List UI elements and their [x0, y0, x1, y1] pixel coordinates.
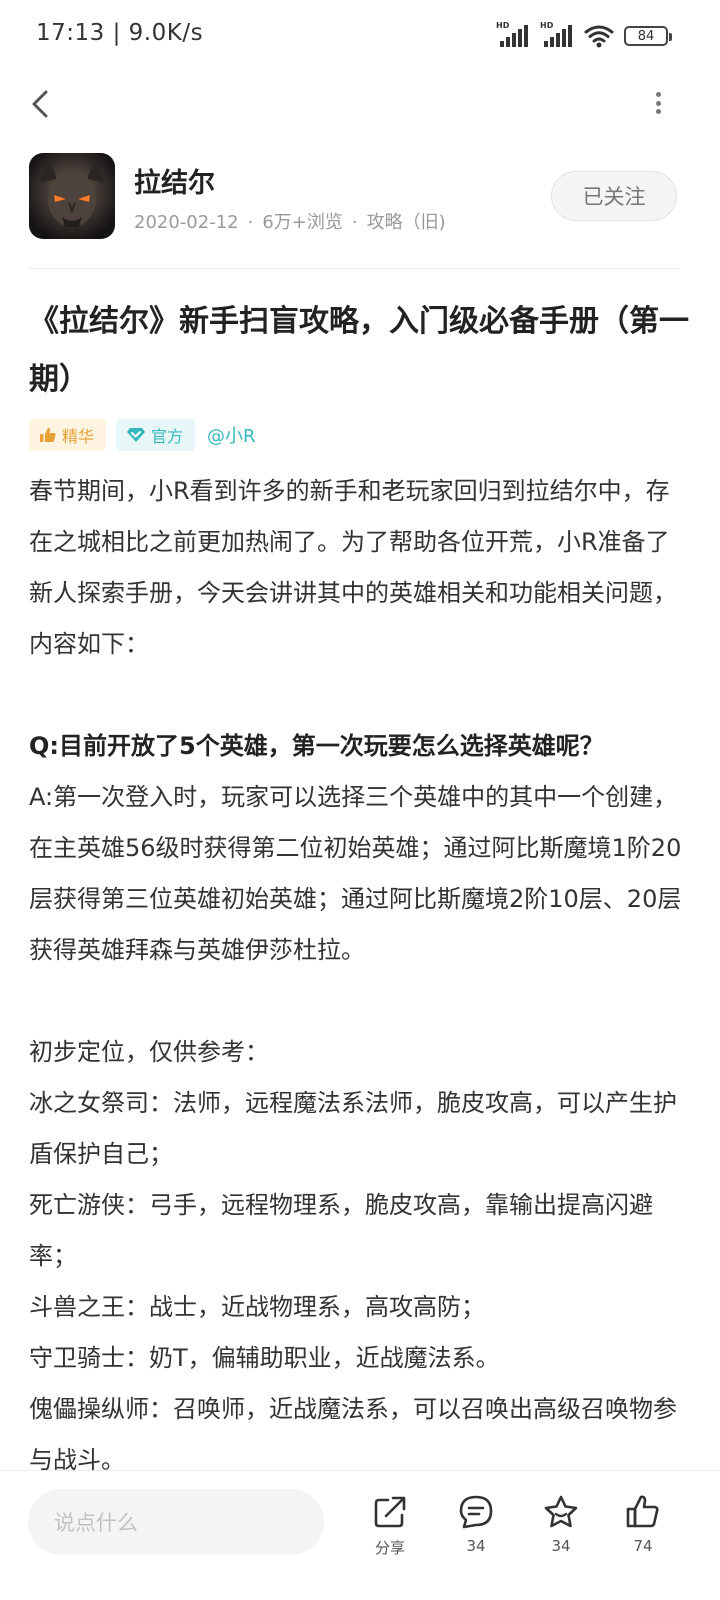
share-button[interactable]: 分享: [358, 1493, 422, 1573]
share-label: 分享: [374, 1539, 405, 1557]
star-icon: [544, 1495, 578, 1528]
article-paragraph: 守卫骑士：奶T，偏辅助职业，近战魔法系。: [29, 1344, 500, 1372]
diamond-check-icon: [127, 428, 146, 442]
status-bar: 17:13 | 9.0K/s HD HD 84: [0, 0, 720, 70]
article-paragraph: 春节期间，小R看到许多的新手和老玩家回归到拉结尔中，存在之城相比之前更加热闹了。…: [29, 477, 677, 658]
article-paragraph: 斗兽之王：战士，近战物理系，高攻高防；: [29, 1293, 485, 1321]
author-meta: 2020-02-12 · 6万+浏览 · 攻略（旧): [134, 212, 446, 233]
post-date: 2020-02-12: [134, 212, 239, 233]
article-paragraph: A:第一次登入时，玩家可以选择三个英雄中的其中一个创建，在主英雄56级时获得第二…: [29, 783, 682, 964]
question-paragraph: Q:目前开放了5个英雄，第一次玩要怎么选择英雄呢？: [29, 732, 604, 760]
article-paragraph: 死亡游侠：弓手，远程物理系，脆皮攻高，靠输出提高闪避率；: [29, 1191, 653, 1270]
battery-level: 84: [637, 28, 655, 44]
cellular-signal-icon: HD: [496, 21, 530, 49]
network-speed: 9.0K/s: [128, 20, 204, 46]
tag-featured: 精华: [29, 419, 107, 451]
article-paragraph: [29, 670, 689, 721]
game-avatar[interactable]: [29, 153, 115, 239]
wifi-icon: [584, 25, 614, 48]
tag-official: 官方: [116, 419, 196, 451]
author-header: 拉结尔 2020-02-12 · 6万+浏览 · 攻略（旧) 已关注: [29, 153, 691, 241]
demon-avatar-icon: [39, 159, 105, 227]
comment-button[interactable]: 34: [444, 1493, 508, 1573]
post-category: 攻略（旧): [366, 212, 446, 233]
tag-featured-label: 精华: [62, 427, 95, 446]
like-count: 74: [633, 1537, 653, 1555]
status-time: 17:13 | 9.0K/s: [36, 20, 203, 46]
tag-official-label: 官方: [151, 427, 184, 446]
thumbs-up-icon: [40, 427, 56, 442]
article-tags: 精华 官方 @小R: [29, 418, 256, 452]
follow-button[interactable]: 已关注: [551, 171, 677, 221]
thumbs-up-icon: [626, 1495, 659, 1528]
mention-user[interactable]: @小R: [205, 422, 256, 448]
clock: 17:13: [36, 20, 105, 46]
cellular-signal-icon-2: HD: [540, 21, 574, 49]
article-paragraph: 初步定位，仅供参考：: [29, 1038, 269, 1066]
top-nav: [0, 78, 720, 128]
back-arrow-icon[interactable]: [26, 84, 56, 124]
status-icons: HD HD 84: [496, 21, 672, 50]
article-body: 春节期间，小R看到许多的新手和老玩家回归到拉结尔中，存在之城相比之前更加热闹了。…: [29, 466, 689, 1486]
favorite-button[interactable]: 34: [529, 1493, 593, 1573]
more-options-icon[interactable]: [646, 88, 670, 118]
article-title: 《拉结尔》新手扫盲攻略，入门级必备手册（第一期）: [29, 304, 689, 397]
status-separator: |: [112, 20, 121, 46]
comment-icon: [459, 1495, 493, 1529]
article-paragraph: [29, 976, 689, 1027]
like-button[interactable]: 74: [611, 1493, 675, 1573]
view-count: 6万+浏览: [262, 212, 343, 233]
comment-input[interactable]: 说点什么: [28, 1489, 324, 1555]
bottom-action-bar: 说点什么 分享 34 34 74: [0, 1470, 720, 1600]
comment-count: 34: [466, 1537, 486, 1555]
share-icon: [374, 1496, 406, 1528]
author-name[interactable]: 拉结尔: [134, 161, 215, 200]
favorite-count: 34: [551, 1537, 571, 1555]
battery-icon: 84: [624, 26, 672, 46]
article-paragraph: 冰之女祭司：法师，远程魔法系法师，脆皮攻高，可以产生护盾保护自己；: [29, 1089, 677, 1168]
divider: [29, 268, 679, 269]
